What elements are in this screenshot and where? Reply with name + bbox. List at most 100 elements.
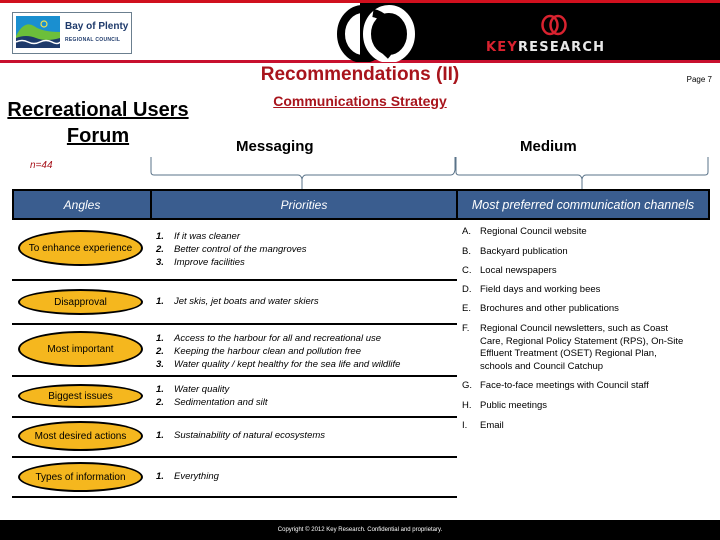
channel-text: Face-to-face meetings with Council staff	[480, 380, 649, 391]
priority-item: 3. Improve facilities	[156, 257, 307, 270]
priority-text: If it was cleaner	[174, 231, 240, 242]
row-divider	[12, 375, 457, 377]
angle-oval: Most desired actions	[18, 421, 143, 451]
channel-tick	[451, 375, 457, 377]
channel-item: I. Email	[462, 420, 690, 433]
channel-letter: B.	[462, 246, 471, 257]
page-title: Recommendations (II)	[260, 64, 460, 85]
priority-text: Better control of the mangroves	[174, 243, 307, 255]
priority-item: 1. Water quality	[156, 384, 267, 397]
priority-list: 1. If it was cleaner 2. Better control of …	[156, 231, 307, 269]
key-research-logo-text: KEYRESEARCH	[486, 40, 605, 55]
row-divider	[12, 456, 457, 458]
angle-oval: Most important	[18, 331, 143, 367]
priority-item: 1. If it was cleaner	[156, 231, 307, 244]
channel-item: C. Local newspapers	[462, 265, 690, 278]
channel-letter: I.	[462, 420, 468, 431]
key-research-key: KEY	[486, 40, 518, 55]
priority-text: Keeping the harbour clean and pollution …	[174, 345, 361, 357]
priority-number: 2.	[156, 243, 164, 255]
channel-item: F. Regional Council newsletters, such as …	[462, 323, 690, 373]
messaging-brace	[150, 157, 456, 189]
channel-item: E. Brochures and other publications	[462, 303, 690, 316]
sample-size: n=44	[30, 160, 53, 171]
channel-tick	[451, 279, 457, 281]
priority-list: 1. Jet skis, jet boats and water skiers	[156, 296, 319, 309]
channel-text: Public meetings	[480, 400, 548, 411]
priority-text: Access to the harbour for all and recrea…	[174, 333, 382, 344]
priority-item: 1. Sustainability of natural ecosystems	[156, 430, 325, 443]
channel-letter: D.	[462, 284, 472, 295]
priority-number: 2.	[156, 345, 164, 357]
priority-item: 2. Better control of the mangroves	[156, 244, 307, 257]
priority-number: 1.	[156, 231, 164, 242]
priority-text: Jet skis, jet boats and water skiers	[174, 296, 319, 307]
priority-number: 1.	[156, 471, 164, 482]
priority-text: Improve facilities	[174, 256, 245, 268]
priority-item: 3. Water quality / kept healthy for the s…	[156, 359, 400, 372]
page-subtitle: Communications Strategy	[273, 93, 447, 109]
channel-item: H. Public meetings	[462, 400, 690, 413]
row-divider	[12, 279, 457, 281]
channel-letter: F.	[462, 323, 470, 334]
priority-item: 1. Access to the harbour for all and recr…	[156, 333, 400, 346]
row-divider	[12, 416, 457, 418]
priority-number: 1.	[156, 333, 164, 344]
header-priorities: Priorities	[150, 189, 458, 220]
priority-text: Everything	[174, 471, 219, 482]
channel-text: Brochures and other publications	[480, 303, 619, 314]
row-divider	[12, 323, 457, 325]
priority-number: 1.	[156, 296, 164, 307]
regional-council-name: REGIONAL COUNCIL	[65, 37, 121, 43]
priority-number: 3.	[156, 256, 164, 268]
key-research-rest: RESEARCH	[517, 40, 606, 55]
angle-oval: Disapproval	[18, 289, 143, 315]
channel-text: Local newspapers	[480, 265, 557, 276]
priority-text: Water quality / kept healthy for the sea…	[174, 358, 401, 370]
page-number: Page 7	[686, 75, 712, 84]
key-research-rings-icon	[541, 14, 567, 36]
row-divider	[12, 496, 457, 498]
channel-text: Regional Council website	[480, 226, 587, 237]
channel-item: B. Backyard publication	[462, 246, 690, 259]
priority-item: 2. Keeping the harbour clean and pollutio…	[156, 346, 400, 359]
angle-oval: Biggest issues	[18, 384, 143, 408]
medium-brace	[455, 157, 709, 189]
priority-item: 1. Jet skis, jet boats and water skiers	[156, 296, 319, 309]
priority-item: 1. Everything	[156, 471, 219, 484]
interlocking-rings-icon	[337, 5, 415, 62]
copyright-text: Copyright © 2012 Key Research. Confident…	[277, 527, 443, 533]
forum-title: Recreational Users Forum	[7, 99, 189, 147]
channel-text: Field days and working bees	[480, 284, 601, 295]
priority-number: 3.	[156, 358, 164, 370]
priority-number: 2.	[156, 396, 164, 408]
channel-letter: H.	[462, 400, 472, 411]
messaging-label: Messaging	[236, 138, 314, 155]
channel-letter: G.	[462, 380, 473, 391]
channel-text: Regional Council newsletters, such as Co…	[480, 323, 684, 372]
priority-list: 1. Water quality 2. Sedimentation and silt	[156, 384, 267, 410]
priority-item: 2. Sedimentation and silt	[156, 397, 267, 410]
channel-tick	[451, 323, 457, 325]
channel-item: G. Face-to-face meetings with Council sta…	[462, 380, 690, 393]
bay-of-plenty-name: Bay of Plenty	[65, 21, 129, 32]
priority-list: 1. Everything	[156, 471, 219, 484]
copyright-footer: Copyright © 2012 Key Research. Confident…	[0, 520, 720, 540]
bay-of-plenty-logo: Bay of Plenty REGIONAL COUNCIL	[12, 12, 132, 54]
channel-letter: E.	[462, 303, 471, 314]
header-angles: Angles	[12, 189, 152, 220]
priority-number: 1.	[156, 384, 164, 395]
priority-text: Sedimentation and silt	[174, 396, 268, 408]
angle-oval: To enhance experience	[18, 230, 143, 266]
priority-text: Sustainability of natural ecosystems	[174, 430, 326, 441]
channel-item: A. Regional Council website	[462, 226, 690, 239]
priority-list: 1. Access to the harbour for all and recr…	[156, 333, 400, 371]
landscape-sun-icon	[16, 16, 60, 48]
channel-tick	[451, 416, 457, 418]
channel-text: Backyard publication	[480, 246, 568, 257]
channel-letter: C.	[462, 265, 472, 276]
priority-number: 1.	[156, 430, 164, 441]
angle-oval: Types of information	[18, 462, 143, 492]
channel-item: D. Field days and working bees	[462, 284, 690, 297]
priority-list: 1. Sustainability of natural ecosystems	[156, 430, 325, 443]
